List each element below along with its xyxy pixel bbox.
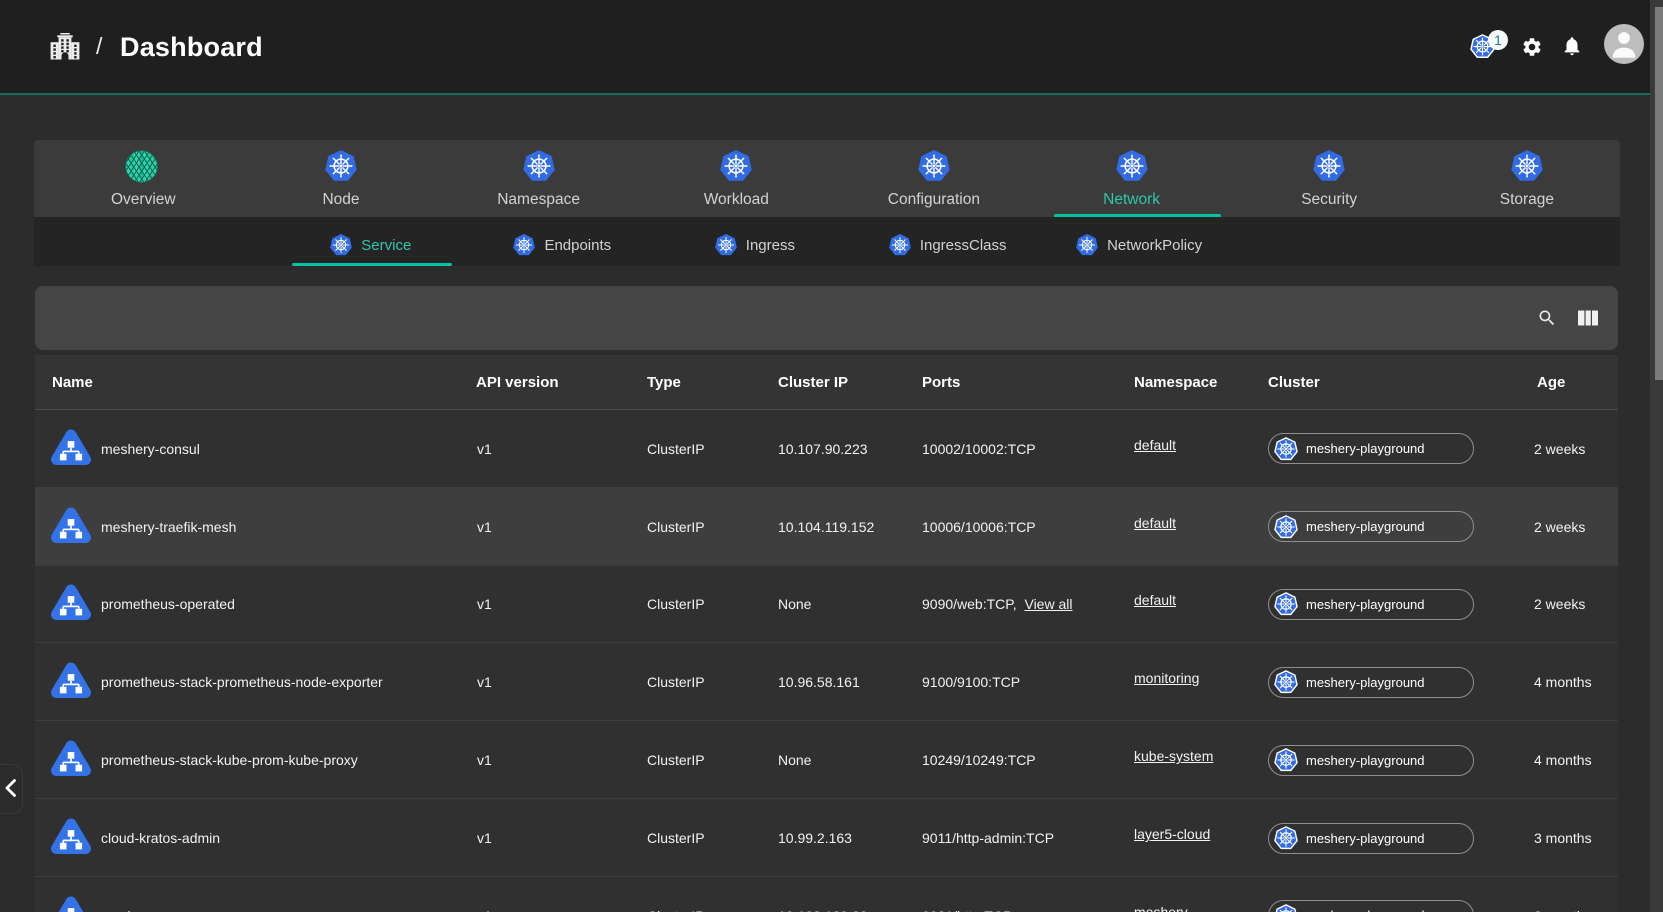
- svg-text:1: 1: [1494, 32, 1502, 48]
